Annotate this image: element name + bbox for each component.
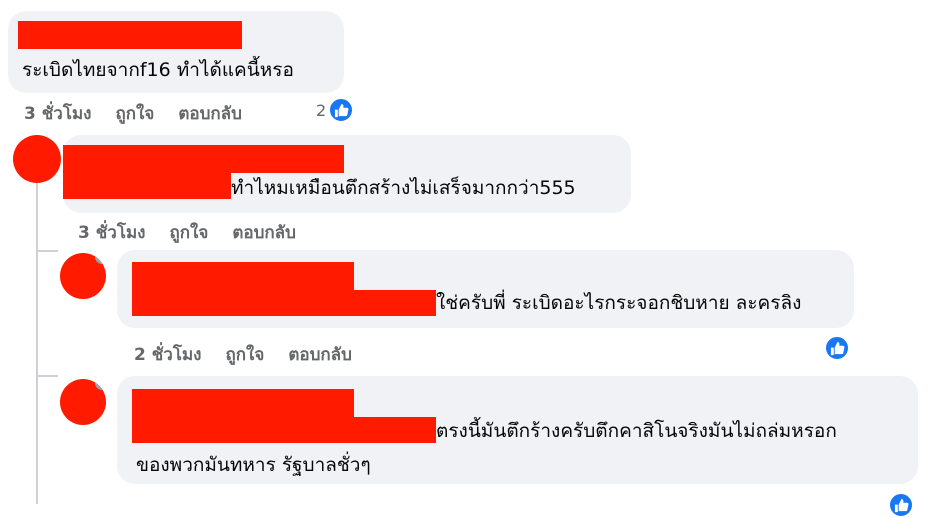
comment-text-line1: ตรงนี้มันตึกร้างครับตึกคาสิโนจริงมันไม่ถ…	[436, 420, 837, 442]
reaction-summary[interactable]	[888, 492, 914, 518]
reply-bubble: ตรงนี้มันตึกร้างครับตึกคาสิโนจริงมันไม่ถ…	[117, 376, 918, 484]
comment-text: ใช่ครับพี่ ระเบิดอะไรกระจอกชิบหาย ละครลิ…	[436, 292, 802, 314]
like-button[interactable]: ถูกใจ	[225, 341, 264, 368]
comment-timestamp[interactable]: 3 ชั่วโมง	[78, 219, 145, 246]
redacted-author-name	[18, 21, 242, 49]
reaction-count: 2	[316, 100, 327, 120]
thread-branch-2	[36, 375, 58, 377]
reply-bubble: ใช่ครับพี่ ระเบิดอะไรกระจอกชิบหาย ละครลิ…	[117, 250, 854, 328]
comment-bubble: ระเบิดไทยจากf16 ทำได้แคนี้หรอ	[8, 11, 344, 93]
reply-button[interactable]: ตอบกลับ	[232, 219, 296, 246]
comment-text: ทำไหมเหมือนตึกสร้างไม่เสร็จมากกว่า555	[231, 177, 576, 199]
comment-text-line2: ของพวกมันทหาร รัฐบาลชั่วๆ	[136, 454, 371, 476]
like-button[interactable]: ถูกใจ	[169, 219, 208, 246]
comment-bubble: ทำไหมเหมือนตึกสร้างไม่เสร็จมากกว่า555	[63, 135, 631, 213]
redacted-text	[63, 173, 231, 199]
avatar[interactable]	[60, 379, 106, 425]
thumbs-up-icon	[824, 335, 850, 361]
reply-button[interactable]: ตอบกลับ	[178, 100, 242, 127]
thumbs-up-icon	[328, 97, 355, 123]
redacted-text	[132, 290, 436, 316]
thread-line-main	[36, 180, 38, 504]
comment-timestamp[interactable]: 2 ชั่วโมง	[134, 341, 201, 368]
reaction-summary[interactable]: 2	[316, 97, 355, 123]
thumbs-up-icon	[888, 492, 914, 518]
comment-actions: 2 ชั่วโมง ถูกใจ ตอบกลับ	[134, 341, 352, 368]
reply-button[interactable]: ตอบกลับ	[288, 341, 352, 368]
avatar[interactable]	[60, 253, 106, 299]
redacted-text	[132, 417, 436, 443]
comment-text: ระเบิดไทยจากf16 ทำได้แคนี้หรอ	[22, 59, 294, 81]
avatar[interactable]	[13, 135, 61, 183]
thread-branch-1	[36, 250, 58, 252]
comment-actions: 3 ชั่วโมง ถูกใจ ตอบกลับ	[78, 219, 296, 246]
reaction-summary[interactable]	[824, 335, 850, 361]
redacted-author-name	[63, 145, 344, 173]
redacted-author-name	[132, 262, 354, 290]
redacted-author-name	[132, 389, 354, 417]
like-button[interactable]: ถูกใจ	[115, 100, 154, 127]
comment-timestamp[interactable]: 3 ชั่วโมง	[24, 100, 91, 127]
comment-actions: 3 ชั่วโมง ถูกใจ ตอบกลับ	[24, 100, 242, 127]
